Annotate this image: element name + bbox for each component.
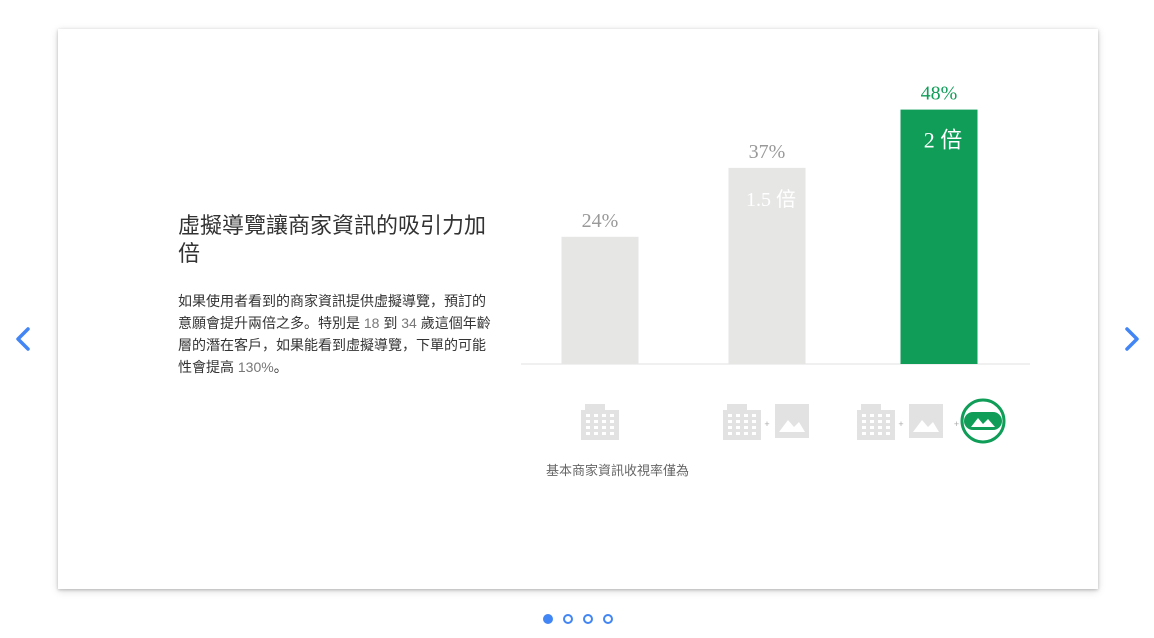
photo-icon bbox=[909, 404, 943, 438]
age-range-start: 18 bbox=[363, 315, 380, 331]
building-icon bbox=[581, 404, 619, 440]
slide-body-text: 如果使用者看到的商家資訊提供虛擬導覽，預訂的意願會提升兩倍之多。特別是 18 到… bbox=[178, 290, 496, 378]
photo-icon bbox=[775, 404, 809, 438]
bar-value-label: 48% bbox=[921, 83, 958, 105]
icon-plus-separator: + bbox=[954, 419, 959, 429]
baseline-caption: 基本商家資訊收視率僅為 bbox=[546, 463, 690, 478]
body-text-segment: 到 bbox=[379, 315, 402, 331]
chevron-right-icon bbox=[1125, 327, 1139, 351]
bar-multiplier-label: 2 倍 bbox=[924, 128, 963, 153]
slide-headline: 虛擬導覽讓商家資訊的吸引力加倍 bbox=[178, 213, 487, 266]
age-range-end: 34 bbox=[401, 315, 417, 331]
next-slide-button[interactable] bbox=[1119, 322, 1149, 356]
building-icon bbox=[857, 404, 895, 440]
icon-plus-separator: + bbox=[898, 419, 903, 429]
bar-value-label: 37% bbox=[749, 141, 786, 163]
bar-multiplier-label: 1.5 倍 bbox=[746, 188, 796, 211]
pagination-dot[interactable] bbox=[543, 614, 553, 624]
bar-chart: 24% 37% 1.5 倍 48% 2 倍 + + + bbox=[518, 70, 1038, 490]
building-icon bbox=[723, 404, 761, 440]
pagination-dot[interactable] bbox=[563, 614, 573, 624]
bar-chart-svg: 24% 37% 1.5 倍 48% 2 倍 + + + bbox=[521, 83, 1030, 444]
icon-plus-separator: + bbox=[764, 419, 769, 429]
body-text-segment: 。 bbox=[273, 359, 288, 375]
bar-value-label: 24% bbox=[582, 210, 619, 232]
previous-slide-button[interactable] bbox=[6, 322, 36, 356]
pagination-dots bbox=[543, 614, 613, 624]
chevron-left-icon bbox=[16, 327, 30, 351]
bar bbox=[561, 236, 639, 364]
pagination-dot[interactable] bbox=[583, 614, 593, 624]
increase-percentage: 130% bbox=[237, 359, 274, 375]
virtual-tour-icon bbox=[960, 398, 1006, 444]
pagination-dot[interactable] bbox=[603, 614, 613, 624]
